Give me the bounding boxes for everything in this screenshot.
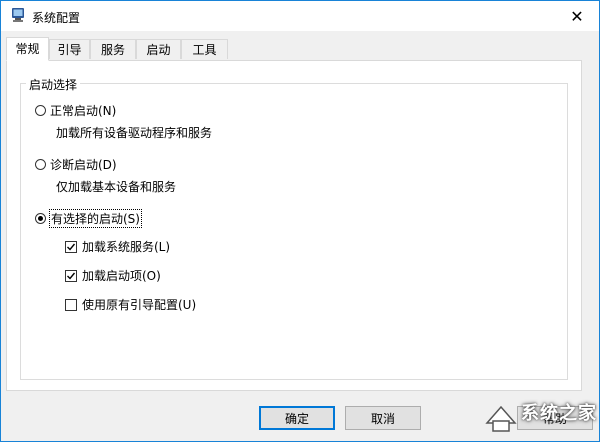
tab-general[interactable]: 常规 <box>6 37 49 61</box>
normal-startup-description: 加载所有设备驱动程序和服务 <box>56 126 213 140</box>
diagnostic-startup-description: 仅加载基本设备和服务 <box>56 180 177 194</box>
load-system-services-checkbox[interactable]: 加载系统服务(L) <box>65 238 170 255</box>
msconfig-computer-icon <box>12 8 24 22</box>
group-title: 启动选择 <box>26 76 81 93</box>
selective-startup-radio[interactable]: 有选择的启动(S) <box>35 209 142 228</box>
diagnostic-startup-radio[interactable]: 诊断启动(D) <box>35 156 117 173</box>
use-original-boot-config-label: 使用原有引导配置(U) <box>82 298 197 312</box>
load-system-services-label: 加载系统服务(L) <box>82 240 171 254</box>
load-startup-items-label: 加载启动项(O) <box>82 269 161 283</box>
radio-indicator <box>35 159 46 170</box>
cancel-button[interactable]: 取消 <box>345 406 421 430</box>
system-config-window: 系统配置 ✕ 常规 引导 服务 启动 工具 启动选择 正常启动(N) 加载所有设… <box>0 0 600 442</box>
checkbox-checked-icon <box>65 240 77 253</box>
general-tab-panel: 启动选择 正常启动(N) 加载所有设备驱动程序和服务 诊断启动(D) 仅加载基本… <box>6 60 582 391</box>
selective-startup-label: 有选择的启动(S) <box>49 209 142 228</box>
ok-button[interactable]: 确定 <box>259 406 335 430</box>
use-original-boot-config-checkbox[interactable]: 使用原有引导配置(U) <box>65 296 196 313</box>
tab-boot[interactable]: 引导 <box>49 39 90 59</box>
tab-startup[interactable]: 启动 <box>136 39 181 59</box>
close-button[interactable]: ✕ <box>555 1 599 31</box>
close-icon: ✕ <box>570 6 584 26</box>
diagnostic-startup-label: 诊断启动(D) <box>50 158 117 172</box>
radio-indicator-selected <box>35 213 46 224</box>
normal-startup-radio[interactable]: 正常启动(N) <box>35 102 116 119</box>
checkbox-checked-icon <box>65 269 77 282</box>
load-startup-items-checkbox[interactable]: 加载启动项(O) <box>65 267 161 284</box>
normal-startup-label: 正常启动(N) <box>50 104 117 118</box>
watermark-text: 系统之家 <box>521 403 597 424</box>
tab-tools[interactable]: 工具 <box>181 39 228 59</box>
title-bar: 系统配置 ✕ <box>1 1 599 31</box>
checkbox-unchecked-icon <box>65 298 77 311</box>
radio-indicator <box>35 105 46 116</box>
window-title: 系统配置 <box>32 11 81 25</box>
tab-services[interactable]: 服务 <box>90 39 136 59</box>
